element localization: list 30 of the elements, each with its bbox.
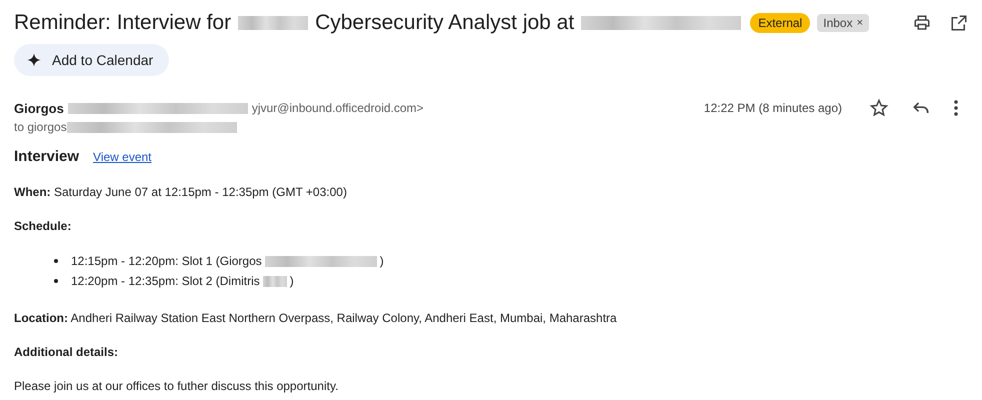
more-options-icon[interactable] <box>953 99 959 117</box>
slot-text: ) <box>380 254 384 268</box>
email-subject: Reminder: Interview for <box>14 11 232 35</box>
details-heading: Additional details: <box>14 345 120 359</box>
received-time: 12:22 PM (8 minutes ago) <box>704 101 842 115</box>
slot-text: 12:20pm - 12:35pm: Slot 2 (Dimitris <box>71 274 260 288</box>
add-to-calendar-button[interactable]: Add to Calendar <box>14 44 170 76</box>
schedule-heading: Schedule: <box>14 219 72 233</box>
open-new-window-icon[interactable] <box>950 14 968 32</box>
bullet-icon <box>54 279 58 283</box>
recipient-text: to giorgos <box>14 120 67 134</box>
sender-address: yjvur@inbound.officedroid.com> <box>252 101 424 115</box>
sparkle-icon <box>26 52 42 68</box>
bullet-icon <box>54 259 58 263</box>
star-icon[interactable] <box>869 98 889 118</box>
sender-name: Giorgos <box>14 100 64 116</box>
when-text: When: Saturday June 07 at 12:15pm - 12:35pm (GMT +03:00) <box>14 185 348 199</box>
remove-label-button[interactable]: × <box>856 17 864 29</box>
external-label: External <box>750 13 810 33</box>
email-subject: Cybersecurity Analyst job at <box>315 11 574 35</box>
slot-text: ) <box>290 274 294 288</box>
details-text: Please join us at our offices to futher discuss this opportunity. <box>14 379 340 393</box>
inbox-label: Inbox <box>823 16 853 30</box>
print-icon[interactable] <box>913 14 931 32</box>
view-event-link[interactable]: View event <box>93 150 152 164</box>
redacted-text <box>262 276 287 286</box>
redacted-text <box>238 16 308 30</box>
event-title: Interview <box>14 148 80 165</box>
slot-text: 12:15pm - 12:20pm: Slot 1 (Giorgos <box>71 254 262 268</box>
location-text: Location: Andheri Railway Station East Northern Overpass, Railway Colony, Andheri East, Mumbai, Maharashtra <box>14 311 618 325</box>
